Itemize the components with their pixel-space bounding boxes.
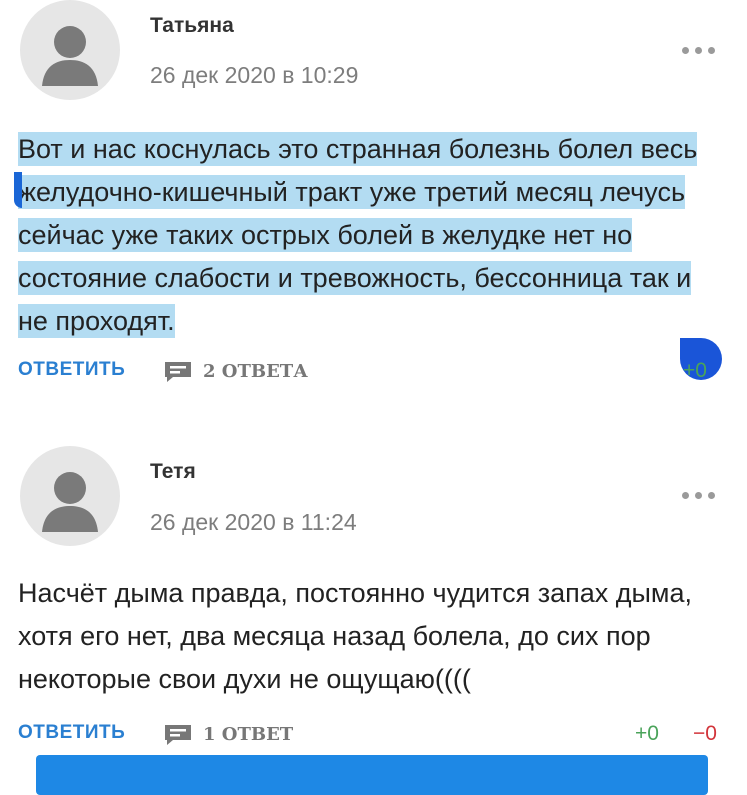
speech-bubble-icon (165, 362, 191, 382)
more-options-button[interactable] (681, 489, 717, 501)
bottom-action-bar[interactable] (36, 755, 708, 795)
more-options-button[interactable] (681, 44, 717, 56)
replies-count: 1 ОТВЕТ (203, 724, 294, 745)
comment-actions: ОТВЕТИТЬ 2 ОТВЕТА +0 (18, 357, 717, 387)
downvote-count[interactable]: −0 (693, 722, 717, 746)
avatar[interactable] (20, 0, 120, 100)
comment-actions: ОТВЕТИТЬ 1 ОТВЕТ +0 −0 (18, 720, 717, 750)
replies-count: 2 ОТВЕТА (203, 361, 308, 382)
comment-author[interactable]: Татьяна (150, 14, 234, 38)
avatar[interactable] (20, 446, 120, 546)
comment-date: 26 дек 2020 в 11:24 (150, 509, 357, 535)
comment-date: 26 дек 2020 в 10:29 (150, 62, 359, 88)
reply-button[interactable]: ОТВЕТИТЬ (18, 722, 125, 744)
upvote-count[interactable]: +0 (635, 722, 659, 746)
comment-author[interactable]: Тетя (150, 460, 196, 484)
selected-text[interactable]: Вот и нас коснулась это странная болезнь… (18, 132, 698, 338)
comment-item: Тетя 26 дек 2020 в 11:24 Насчёт дыма пра… (0, 440, 747, 760)
comment-text: Насчёт дыма правда, постоянно чудится за… (18, 578, 693, 694)
user-silhouette-icon (42, 26, 98, 86)
upvote-count[interactable]: +0 (683, 359, 707, 383)
user-silhouette-icon (42, 472, 98, 532)
selection-start-handle[interactable] (14, 172, 22, 208)
comment-item: Татьяна 26 дек 2020 в 10:29 Вот и нас ко… (0, 0, 747, 400)
speech-bubble-icon (165, 725, 191, 745)
comment-text: Вот и нас коснулась это странная болезнь… (18, 128, 721, 343)
reply-button[interactable]: ОТВЕТИТЬ (18, 359, 125, 381)
